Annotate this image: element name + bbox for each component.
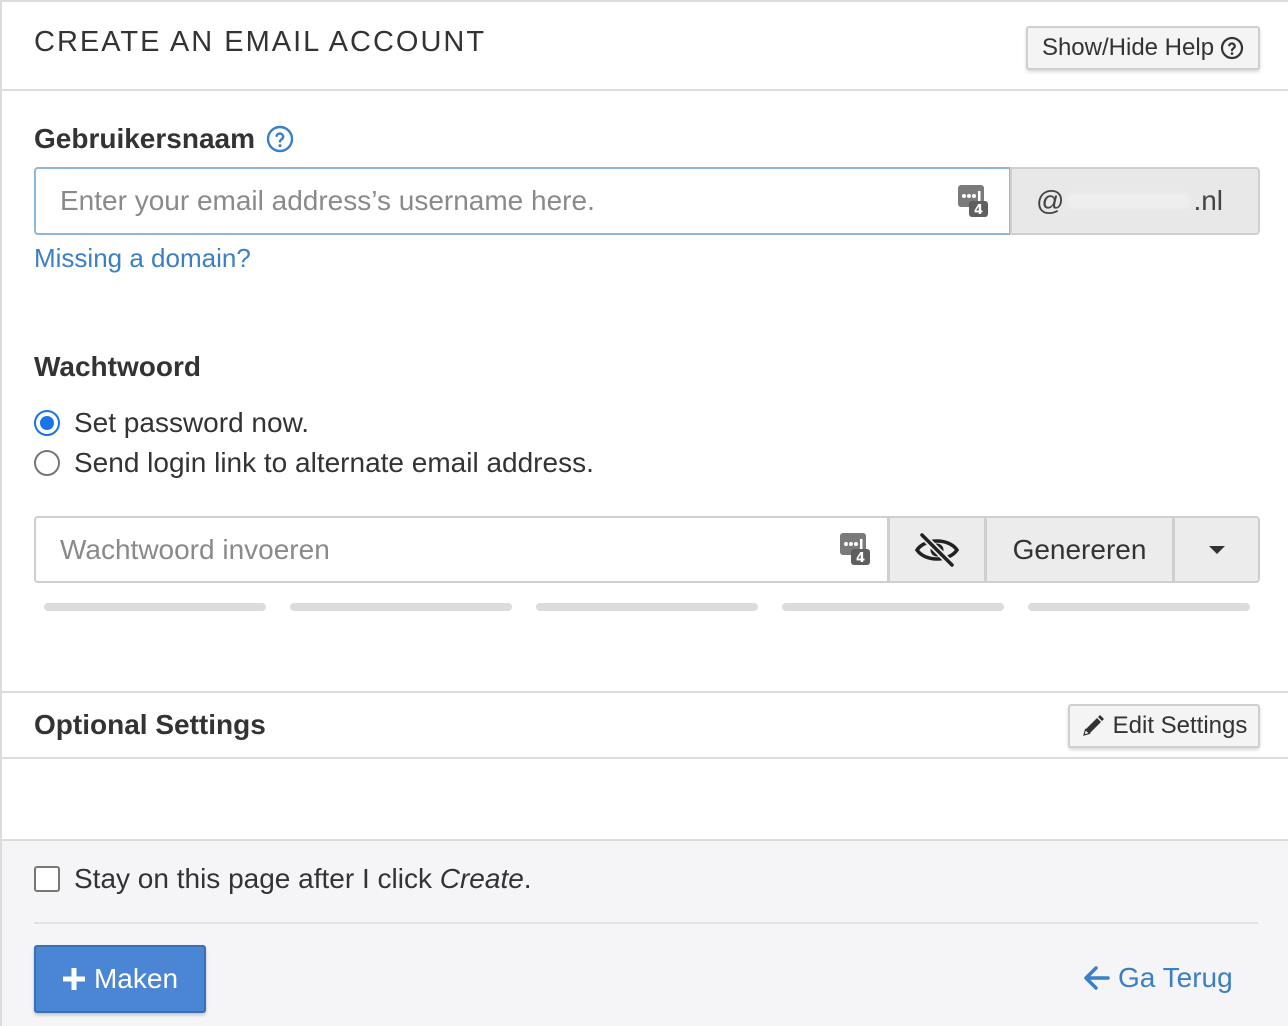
- toggle-password-visibility-button[interactable]: [888, 516, 986, 583]
- radio-set-password-control[interactable]: [34, 410, 60, 436]
- stay-label-text: Stay on this page after I click: [74, 863, 440, 894]
- domain-at-sign: @: [1036, 185, 1065, 216]
- username-input-wrapper: 4: [34, 167, 1011, 235]
- create-email-panel: CREATE AN EMAIL ACCOUNT Show/Hide Help G…: [0, 0, 1288, 1026]
- optional-settings-title: Optional Settings: [34, 709, 266, 740]
- strength-segment-2: [290, 603, 512, 611]
- footer-divider: [34, 922, 1258, 924]
- page-title: CREATE AN EMAIL ACCOUNT: [34, 26, 487, 58]
- domain-suffix: .nl: [1193, 185, 1224, 216]
- stay-on-page-checkbox[interactable]: [34, 866, 60, 892]
- radio-send-login-label: Send login link to alternate email addre…: [74, 447, 594, 478]
- radio-set-password-now[interactable]: Set password now.: [34, 407, 309, 439]
- optional-settings-section: Optional Settings Edit Settings: [2, 691, 1288, 759]
- pencil-icon: [1082, 715, 1104, 736]
- strength-segment-3: [536, 603, 758, 611]
- radio-set-password-label: Set password now.: [74, 407, 310, 438]
- stay-on-page-label: Stay on this page after I click Create.: [74, 863, 532, 895]
- password-manager-badge: 4: [856, 551, 865, 566]
- show-hide-help-button[interactable]: Show/Hide Help: [1026, 26, 1260, 70]
- password-input-wrapper: 4: [34, 516, 889, 583]
- help-button-label: Show/Hide Help: [1041, 34, 1215, 61]
- generate-options-dropdown[interactable]: [1173, 516, 1260, 583]
- strength-segment-5: [1028, 603, 1250, 611]
- go-back-label: Ga Terug: [1118, 962, 1233, 993]
- domain-redacted: [1066, 193, 1192, 209]
- password-input[interactable]: [36, 518, 816, 582]
- stay-label-create: Create: [439, 863, 524, 894]
- password-manager-icon[interactable]: 4: [838, 531, 872, 567]
- create-button[interactable]: Maken: [34, 945, 206, 1013]
- plus-icon: [62, 968, 85, 990]
- help-circle-icon: [1220, 36, 1244, 60]
- radio-send-login-link[interactable]: Send login link to alternate email addre…: [34, 447, 594, 479]
- password-label: Wachtwoord: [34, 351, 201, 382]
- missing-domain-link[interactable]: Missing a domain?: [34, 243, 251, 274]
- stay-label-period: .: [523, 863, 532, 894]
- go-back-link[interactable]: Ga Terug: [1084, 962, 1233, 994]
- username-input[interactable]: [36, 169, 916, 233]
- domain-addon: @ .nl: [1010, 167, 1260, 235]
- username-label: Gebruikersnaam: [34, 123, 255, 154]
- caret-down-icon: [1208, 545, 1225, 554]
- arrow-left-icon: [1084, 966, 1110, 990]
- strength-segment-1: [44, 603, 266, 611]
- generate-password-button[interactable]: Genereren: [985, 516, 1174, 583]
- create-button-label: Maken: [93, 963, 179, 994]
- form-footer: Stay on this page after I click Create. …: [2, 839, 1288, 1026]
- edit-settings-button[interactable]: Edit Settings: [1068, 704, 1260, 748]
- password-manager-icon[interactable]: 4: [956, 183, 990, 219]
- strength-segment-4: [782, 603, 1004, 611]
- password-manager-badge: 4: [974, 203, 983, 218]
- eye-slash-icon: [914, 532, 960, 567]
- panel-header: CREATE AN EMAIL ACCOUNT Show/Hide Help: [2, 2, 1288, 91]
- stay-on-page-option[interactable]: Stay on this page after I click Create.: [34, 863, 532, 895]
- edit-settings-label: Edit Settings: [1112, 712, 1248, 739]
- username-help-icon[interactable]: [266, 125, 294, 153]
- radio-send-login-control[interactable]: [34, 450, 60, 476]
